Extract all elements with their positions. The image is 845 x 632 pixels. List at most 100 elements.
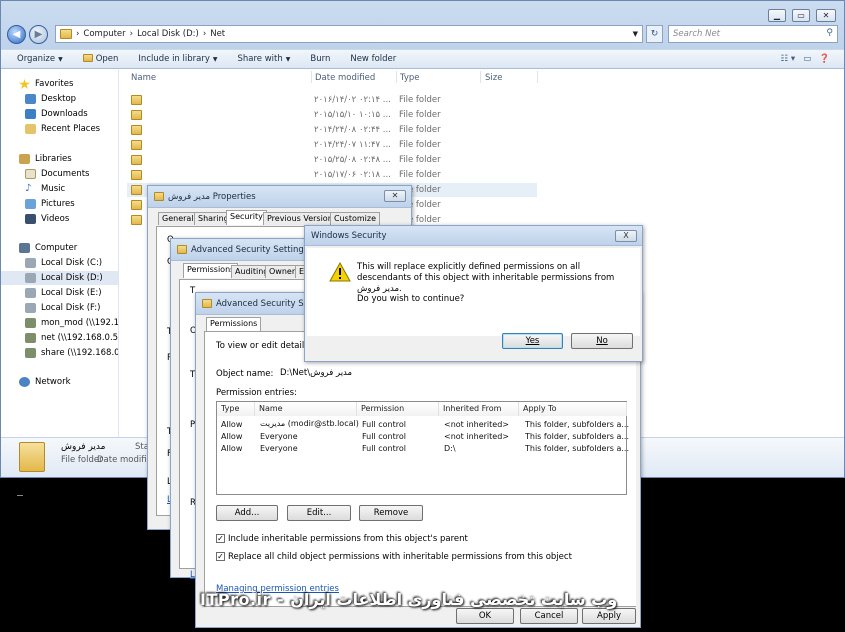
file-row[interactable]: ۲۰۱۵/۱۷/۰۶ ۰۲:۱۸ ... File folder [127,168,537,182]
nav-disk-e[interactable]: Local Disk (E:) [1,286,118,300]
nav-recent[interactable]: Recent Places [1,122,118,136]
apply-button[interactable]: Apply [582,608,636,624]
tab-owner[interactable]: Owner [265,265,300,278]
nav-favorites[interactable]: Favorites [1,77,118,91]
breadcrumb-disk[interactable]: Local Disk (D:) [137,29,199,39]
back-icon[interactable]: ◀ [7,25,26,44]
tab-permissions[interactable]: Permissions [206,317,262,332]
tab-customize[interactable]: Customize [330,212,380,225]
nav-network[interactable]: Network [1,375,118,389]
file-row[interactable]: ۲۰۱۶/۱۴/۰۲ ۰۲:۱۴ ... File folder [127,93,537,107]
windows-security-dialog: Windows Security X This will replace exp… [304,225,643,362]
open-button[interactable]: Open [82,54,118,64]
breadcrumb-computer[interactable]: Computer [83,29,125,39]
minimize-button[interactable]: ▁ [768,9,786,22]
column-separator[interactable] [537,71,538,83]
replace-child-checkbox[interactable]: ✓ [216,552,225,561]
header-name[interactable]: Name [255,402,357,416]
column-size[interactable]: Size [485,73,502,83]
nav-label: Videos [41,214,70,224]
file-row[interactable]: ۲۰۱۵/۱۵/۱۰ ۱۰:۱۵ ... File folder [127,108,537,122]
nav-disk-d[interactable]: Local Disk (D:) [1,271,118,285]
column-name[interactable]: Name [131,73,156,83]
file-type: File folder [399,170,441,180]
maximize-button[interactable]: ▭ [792,9,810,22]
column-separator[interactable] [480,71,481,83]
column-date[interactable]: Date modified [315,73,375,83]
downloads-icon [25,109,36,119]
network-icon [19,377,30,387]
table-row[interactable]: Allow مدیریت (modir@stb.local) Full cont… [217,419,629,431]
tab-security[interactable]: Security [226,210,267,225]
adv1-title: Advanced Security Settings fo [191,244,320,255]
burn-button[interactable]: Burn [310,54,330,64]
details-name: مدیر فروش [61,442,106,452]
tab-general[interactable]: General [158,212,198,225]
add-button[interactable]: Add... [216,505,278,521]
replace-child-label: Replace all child object permissions wit… [228,552,572,562]
cell-name: مدیریت (modir@stb.local) [260,419,359,428]
refresh-icon[interactable]: ↻ [646,25,663,43]
edit-button[interactable]: Edit... [287,505,351,521]
header-permission[interactable]: Permission [357,402,439,416]
nav-label: Documents [41,169,90,179]
folder-icon [131,155,142,165]
column-separator[interactable] [311,71,312,83]
nav-disk-c[interactable]: Local Disk (C:) [1,256,118,270]
nav-documents[interactable]: Documents [1,167,118,181]
cell-type: Allow [221,444,243,453]
nav-libraries[interactable]: Libraries [1,152,118,166]
nav-disk-f[interactable]: Local Disk (F:) [1,301,118,315]
nav-downloads[interactable]: Downloads [1,107,118,121]
header-apply-to[interactable]: Apply To [519,402,627,416]
nav-videos[interactable]: Videos [1,212,118,226]
nav-mon-mod[interactable]: mon_mod (\\192.168 [1,316,118,330]
table-row[interactable]: Allow Everyone Full control D:\ This fol… [217,443,629,455]
include-library-button[interactable]: Include in library ▼ [138,54,217,64]
address-bar[interactable]: › Computer › Local Disk (D:) › Net ▼ [55,25,643,43]
column-type[interactable]: Type [400,73,420,83]
address-dropdown-icon[interactable]: ▼ [633,30,638,38]
nav-music[interactable]: ♪ Music [1,182,118,196]
breadcrumb-net[interactable]: Net [210,29,225,39]
nav-share[interactable]: share (\\192.168.0.50 [1,346,118,360]
caret-down-icon: ▼ [285,56,291,63]
column-separator[interactable] [396,71,397,83]
close-button[interactable]: ✕ [816,9,836,22]
search-icon[interactable]: ⚲ [826,28,833,38]
desktop-icon [25,94,36,104]
file-row[interactable]: ۲۰۱۴/۲۴/۰۷ ۱۱:۴۷ ... File folder [127,138,537,152]
nav-net-share[interactable]: net (\\192.168.0.50\ [1,331,118,345]
file-row[interactable]: ۲۰۱۵/۲۵/۰۸ ۰۲:۴۸ ... File folder [127,153,537,167]
nav-computer[interactable]: Computer [1,241,118,255]
header-type[interactable]: Type [217,402,255,416]
cancel-button[interactable]: Cancel [520,608,578,624]
share-with-button[interactable]: Share with ▼ [238,54,291,64]
nav-label: Local Disk (C:) [41,258,103,268]
table-row[interactable]: Allow Everyone Full control <not inherit… [217,431,629,443]
no-button[interactable]: No [571,333,633,349]
ok-button[interactable]: OK [456,608,514,624]
nav-desktop[interactable]: Desktop [1,92,118,106]
cell-permission: Full control [362,432,406,441]
permission-entries-table[interactable]: Type Name Permission Inherited From Appl… [216,401,629,495]
forward-icon[interactable]: ▶ [29,25,48,44]
cell-apply-to: This folder, subfolders a... [525,420,629,429]
cell-permission: Full control [362,444,406,453]
file-row[interactable]: ۲۰۱۴/۲۴/۰۸ ۰۲:۴۴ ... File folder [127,123,537,137]
remove-button[interactable]: Remove [359,505,423,521]
close-icon[interactable]: X [615,230,637,242]
close-icon[interactable]: ✕ [384,190,406,202]
navigation-pane: Favorites Desktop Downloads Recent Place… [1,70,119,437]
libraries-icon [19,154,30,164]
header-inherited[interactable]: Inherited From [439,402,519,416]
yes-button[interactable]: Yes [502,333,563,349]
properties-titlebar: مدیر فروش Properties [148,186,411,208]
new-folder-button[interactable]: New folder [350,54,396,64]
view-options-icon[interactable]: ☷ ▾ ▭ ❓ [781,54,830,64]
nav-pictures[interactable]: Pictures [1,197,118,211]
organize-button[interactable]: Organize ▼ [17,54,63,64]
include-inheritable-checkbox[interactable]: ✓ [216,534,225,543]
search-input[interactable]: Search Net ⚲ [668,25,838,43]
cell-inherited: <not inherited> [444,420,509,429]
